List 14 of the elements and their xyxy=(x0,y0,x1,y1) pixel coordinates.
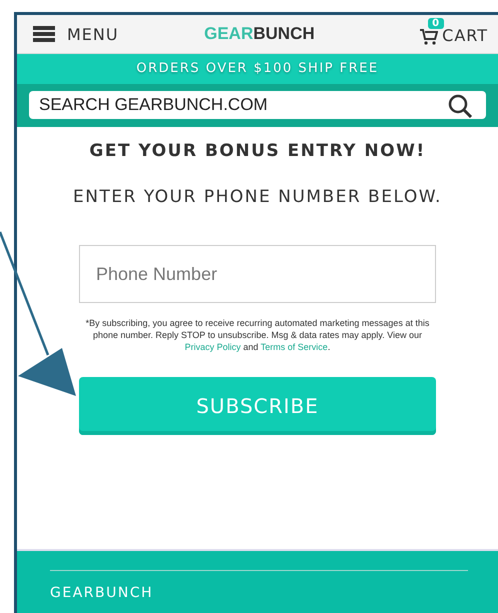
menu-button[interactable]: MENU xyxy=(33,24,119,44)
heading: GET YOUR BONUS ENTRY NOW! xyxy=(89,141,426,161)
promo-banner: ORDERS OVER $100 SHIP FREE xyxy=(17,54,498,84)
search-icon[interactable] xyxy=(448,94,474,118)
cart-button[interactable]: 0 CART xyxy=(420,18,488,44)
search-field[interactable]: SEARCH GEARBUNCH.COM xyxy=(29,91,486,119)
logo[interactable]: GEARBUNCH xyxy=(204,24,315,44)
subheading: ENTER YOUR PHONE NUMBER BELOW. xyxy=(73,187,442,207)
menu-icon xyxy=(33,26,55,42)
cart-icon xyxy=(420,28,438,44)
phone-number-field[interactable]: Phone Number xyxy=(79,245,436,303)
disclaimer-text: *By subscribing, you agree to receive recurring automated marketing messages at this phone number. Reply STOP to unsubscribe. Msg & data rates may apply. View our Privacy Policy and Terms of Service. xyxy=(84,317,430,353)
footer-title: GEARBUNCH xyxy=(50,585,154,601)
cart-count-badge: 0 xyxy=(428,18,444,28)
